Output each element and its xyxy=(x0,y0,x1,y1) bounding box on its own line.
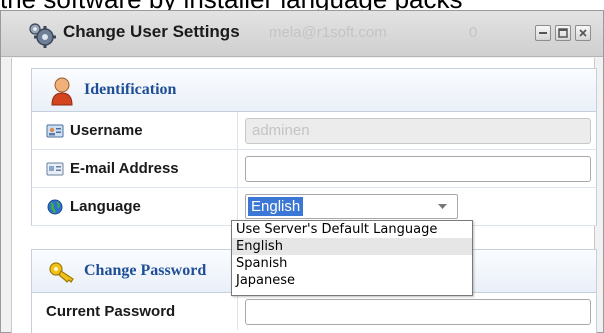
minimize-button[interactable] xyxy=(535,25,551,41)
close-button[interactable] xyxy=(575,25,591,41)
identification-section-header: Identification xyxy=(31,68,597,112)
current-password-label: Current Password xyxy=(46,303,176,320)
username-label: Username xyxy=(70,122,143,139)
key-icon xyxy=(49,262,74,283)
email-field[interactable] xyxy=(245,156,591,182)
gears-icon xyxy=(29,23,56,48)
id-card-icon xyxy=(46,124,64,138)
language-option[interactable]: English xyxy=(232,238,472,255)
email-row: E-mail Address xyxy=(31,150,597,188)
username-field: adminen xyxy=(245,118,591,144)
cropped-caption: the software by installer language packs xyxy=(0,0,604,10)
language-label: Language xyxy=(70,198,141,215)
change-password-title: Change Password xyxy=(84,262,207,279)
language-dropdown-list: Use Server's Default Language English Sp… xyxy=(231,220,473,296)
current-password-field[interactable] xyxy=(245,299,591,325)
language-option[interactable]: Japanese xyxy=(232,272,472,289)
email-card-icon xyxy=(46,162,64,176)
current-password-row: Current Password xyxy=(31,293,597,333)
chevron-down-icon xyxy=(438,204,447,209)
language-option[interactable]: Spanish xyxy=(232,255,472,272)
maximize-icon xyxy=(558,28,568,38)
language-select[interactable]: English xyxy=(245,194,458,219)
email-label: E-mail Address xyxy=(70,160,179,177)
maximize-button[interactable] xyxy=(555,25,571,41)
row-divider xyxy=(237,112,238,149)
row-divider xyxy=(237,293,238,330)
language-option[interactable]: Use Server's Default Language xyxy=(232,221,472,238)
ghost-number-text: 0 xyxy=(469,24,478,41)
language-selected-value: English xyxy=(248,197,304,216)
globe-icon xyxy=(47,199,63,215)
window-title: Change User Settings xyxy=(63,22,240,41)
username-row: Username adminen xyxy=(31,112,597,150)
row-divider xyxy=(237,150,238,187)
window-titlebar[interactable]: Change User Settings mela@r1soft.com 0 xyxy=(1,11,603,57)
identification-title: Identification xyxy=(84,81,177,98)
ghost-email-text: mela@r1soft.com xyxy=(269,24,387,41)
caption-text: the software by installer language packs xyxy=(0,0,463,10)
user-icon xyxy=(51,77,73,106)
minimize-icon xyxy=(539,32,547,34)
close-icon xyxy=(579,29,587,37)
